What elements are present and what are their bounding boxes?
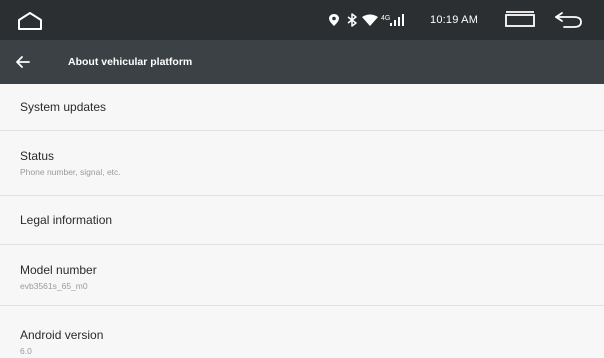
status-icons: 4G	[329, 13, 404, 27]
model-number-title: Model number	[20, 263, 97, 277]
legal-information-title: Legal information	[20, 213, 113, 227]
model-number-item[interactable]: Model number evb3561s_65_m0	[0, 245, 604, 305]
android-version-title: Android version	[20, 328, 104, 342]
system-updates-item[interactable]: System updates	[0, 84, 604, 130]
arrow-left-icon	[16, 56, 30, 68]
svg-text:4G: 4G	[381, 15, 390, 22]
system-updates-title: System updates	[20, 100, 107, 114]
location-icon	[329, 14, 339, 26]
settings-list: System updates Status Phone number, sign…	[0, 84, 604, 358]
status-title: Status	[20, 149, 55, 163]
home-icon	[18, 12, 42, 30]
navigate-up-button[interactable]	[12, 51, 34, 73]
model-number-summary: evb3561s_65_m0	[20, 281, 88, 291]
home-button[interactable]	[14, 8, 46, 34]
status-summary: Phone number, signal, etc.	[20, 167, 121, 177]
recents-icon	[505, 11, 535, 27]
wifi-icon	[362, 14, 378, 26]
page-title: About vehicular platform	[68, 56, 193, 68]
legal-information-item[interactable]: Legal information	[0, 196, 604, 244]
recents-button[interactable]	[502, 9, 538, 31]
clock: 10:19 AM	[430, 14, 479, 26]
bluetooth-icon	[347, 13, 357, 27]
cell-signal-icon: 4G	[381, 14, 404, 26]
status-item[interactable]: Status Phone number, signal, etc.	[0, 131, 604, 195]
settings-screen: 4G 10:19 AM About vehicular platform Sys…	[0, 0, 604, 358]
android-version-item[interactable]: Android version 6.0	[0, 306, 604, 358]
back-button[interactable]	[550, 9, 586, 31]
status-bar: 4G 10:19 AM	[0, 0, 604, 40]
android-version-summary: 6.0	[20, 346, 32, 356]
back-icon	[555, 12, 582, 28]
action-bar: About vehicular platform	[0, 40, 604, 84]
